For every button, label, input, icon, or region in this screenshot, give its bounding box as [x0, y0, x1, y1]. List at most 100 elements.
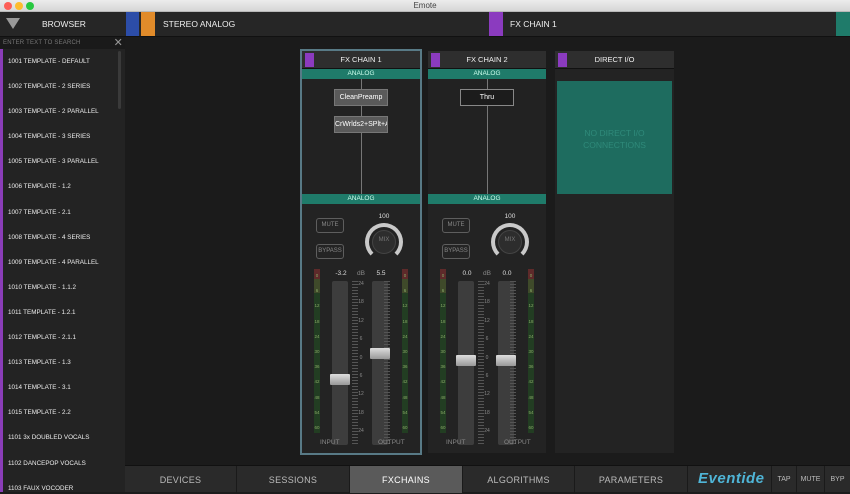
mute-button[interactable]: MUTE [442, 218, 470, 233]
list-item[interactable]: 1103 FAUX VOCODER [0, 475, 125, 492]
list-item[interactable]: 1014 TEMPLATE - 3.1 [0, 375, 125, 401]
tab-fxchains[interactable]: FXCHAINS [350, 466, 463, 493]
mute-button[interactable]: MUTE [796, 466, 824, 493]
meter-tick: 54 [440, 409, 446, 415]
meter-tick: 36 [440, 364, 446, 370]
meter-tick: 6 [403, 288, 407, 294]
clear-search-icon[interactable]: ✕ [114, 37, 123, 49]
bypass-button[interactable]: BYPASS [316, 244, 344, 259]
output-level-bars [384, 281, 390, 445]
list-item[interactable]: 1101 3x DOUBLED VOCALS [0, 425, 125, 451]
chain-color [431, 53, 440, 67]
chain-header[interactable]: FX CHAIN 1 [302, 51, 420, 69]
list-item[interactable]: 1003 TEMPLATE - 2 PARALLEL [0, 99, 125, 125]
input-label: INPUT [320, 439, 340, 446]
chain-output-label[interactable]: ANALOG [428, 194, 546, 204]
mix-knob[interactable]: MIX [491, 223, 529, 261]
fx-chain-1[interactable]: FX CHAIN 1 ANALOG CleanPreamp CrWrlds2+SPlt… [300, 49, 422, 455]
scale-tick: 24 [358, 428, 364, 435]
meter-tick: 18 [314, 318, 320, 324]
db-scale: 24 18 12 6 0 6 12 18 24 [477, 281, 497, 445]
input-fader-handle[interactable] [330, 374, 350, 386]
scale-tick: 24 [484, 281, 490, 287]
list-item[interactable]: 1015 TEMPLATE - 2.2 [0, 400, 125, 426]
chain-input-label[interactable]: ANALOG [302, 69, 420, 79]
tab-algorithms[interactable]: ALGORITHMS [463, 466, 575, 493]
list-item[interactable]: 1011 TEMPLATE - 1.2.1 [0, 299, 125, 326]
scale-tick: 18 [484, 409, 490, 416]
tab-parameters[interactable]: PARAMETERS [575, 466, 688, 493]
scale-tick: 24 [484, 428, 490, 435]
edge-color [836, 12, 850, 36]
direct-io-title: DIRECT I/O [594, 55, 635, 64]
list-item[interactable]: 1005 TEMPLATE - 3 PARALLEL [0, 149, 125, 175]
chain-header[interactable]: FX CHAIN 2 [428, 51, 546, 69]
bottom-tab-bar: DEVICES SESSIONS FXCHAINS ALGORITHMS PARAMET… [125, 465, 850, 493]
tap-button[interactable]: TAP [771, 466, 796, 493]
list-item[interactable]: 1012 TEMPLATE - 2.1.1 [0, 325, 125, 351]
bypass-button[interactable]: BYPASS [442, 244, 470, 259]
list-item[interactable]: 1013 TEMPLATE - 1.3 [0, 350, 125, 376]
db-unit: dB [483, 270, 491, 277]
meter-tick: 30 [440, 349, 446, 354]
list-item[interactable]: 1010 TEMPLATE - 1.1.2 [0, 274, 125, 300]
meter-tick: 18 [528, 318, 534, 324]
list-item[interactable]: 1102 DANCEPOP VOCALS [0, 450, 125, 476]
routing-input-color [126, 12, 139, 36]
effect-block[interactable]: CleanPreamp [334, 89, 388, 106]
output-fader-handle[interactable] [370, 348, 390, 360]
output-db-value: 0.0 [502, 270, 512, 277]
window-title: Emote [413, 1, 437, 10]
scrollbar[interactable] [118, 51, 121, 109]
current-chain-label[interactable]: FX CHAIN 1 [510, 19, 557, 29]
chain-color [305, 53, 314, 67]
scale-tick: 18 [358, 299, 364, 306]
input-fader-handle[interactable] [456, 354, 476, 366]
meter-tick: 6 [529, 288, 533, 294]
meter-tick: 24 [440, 333, 446, 339]
bypass-button[interactable]: BYP [824, 466, 850, 493]
meter-tick: 48 [314, 394, 320, 400]
preset-list: 1001 TEMPLATE - DEFAULT 1002 TEMPLATE - 2… [0, 49, 125, 492]
chain-output-label[interactable]: ANALOG [302, 194, 420, 204]
input-fader-track [332, 281, 348, 445]
meter-tick: 30 [314, 349, 320, 354]
browser-title: BROWSER [42, 19, 86, 29]
list-item[interactable]: 1002 TEMPLATE - 2 SERIES [0, 74, 125, 100]
list-item[interactable]: 1004 TEMPLATE - 3 SERIES [0, 124, 125, 150]
mix-value: 100 [504, 213, 516, 220]
list-item[interactable]: 1009 TEMPLATE - 4 PARALLEL [0, 249, 125, 275]
effect-block[interactable]: Thru [460, 89, 514, 106]
collapse-triangle-icon[interactable] [6, 18, 20, 29]
tab-devices[interactable]: DEVICES [125, 466, 237, 493]
meter-tick: 24 [314, 333, 320, 339]
input-db-value: -3.2 [335, 270, 347, 277]
meter-tick: 60 [528, 425, 534, 430]
tab-sessions[interactable]: SESSIONS [237, 466, 350, 493]
input-label: INPUT [446, 439, 466, 446]
scale-tick: 6 [485, 373, 489, 379]
meter-tick: 24 [528, 333, 534, 339]
mute-button[interactable]: MUTE [316, 218, 344, 233]
list-item[interactable]: 1006 TEMPLATE - 1.2 [0, 174, 125, 200]
scale-tick: 12 [358, 391, 364, 398]
list-item[interactable]: 1008 TEMPLATE - 4 SERIES [0, 224, 125, 250]
meter-tick: 12 [402, 303, 408, 309]
chain-title: FX CHAIN 2 [466, 55, 508, 64]
effect-block[interactable]: CrWrlds2+SPlt+A... [334, 116, 388, 133]
list-item[interactable]: 1001 TEMPLATE - DEFAULT [0, 49, 125, 75]
search-input[interactable]: ENTER TEXT TO SEARCH ✕ [0, 37, 125, 49]
list-item[interactable]: 1007 TEMPLATE - 2.1 [0, 199, 125, 225]
routing-label[interactable]: STEREO ANALOG [163, 19, 235, 29]
chain-title: FX CHAIN 1 [340, 55, 382, 64]
scale-tick: 0 [485, 354, 489, 361]
mix-knob[interactable]: MIX [365, 223, 403, 261]
meter-tick: 12 [440, 303, 446, 309]
input-db-value: 0.0 [462, 270, 472, 277]
fx-chains-view: FX CHAIN 1 ANALOG CleanPreamp CrWrlds2+SPlt… [125, 37, 850, 465]
meter-tick: 0 [315, 273, 319, 278]
chain-input-label[interactable]: ANALOG [428, 69, 546, 79]
output-fader-handle[interactable] [496, 354, 516, 366]
fx-chain-2[interactable]: FX CHAIN 2 ANALOG Thru ANALOG MUTE BYPASS 100 M… [428, 51, 546, 453]
mix-label: MIX [504, 237, 516, 243]
